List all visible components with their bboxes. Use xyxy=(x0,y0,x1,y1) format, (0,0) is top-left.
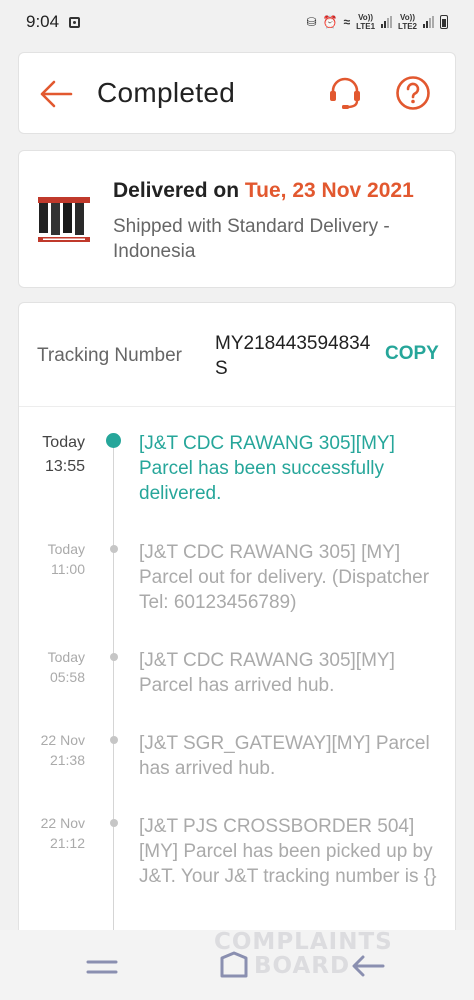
support-button[interactable] xyxy=(327,75,363,111)
event-time: Today 05:58 xyxy=(19,647,85,687)
header-card: Completed xyxy=(18,52,456,134)
timeline-dot xyxy=(110,819,118,827)
copy-button[interactable]: COPY xyxy=(385,343,439,365)
delivered-prefix: Delivered on xyxy=(113,179,245,202)
back-nav-button[interactable] xyxy=(350,952,386,980)
help-button[interactable] xyxy=(395,75,431,111)
event-text: [J&T SGR_GATEWAY][MY] Parcel has arrived… xyxy=(139,733,430,779)
event-day: 22 Nov xyxy=(40,815,85,831)
event-time: Today 13:55 xyxy=(19,431,85,479)
event-time: Today 11:00 xyxy=(19,539,85,579)
lock-icon: ⛁ xyxy=(306,15,317,29)
event-time: 22 Nov 21:38 xyxy=(19,730,85,770)
timeline-line xyxy=(113,443,114,941)
lte1-label: LTE1 xyxy=(356,22,376,31)
signal-1-icon xyxy=(381,16,393,28)
shipping-method: Shipped with Standard Delivery - Indones… xyxy=(113,216,390,262)
volte-label: Vo)) xyxy=(358,13,374,22)
signal-2-icon xyxy=(423,16,434,28)
volte-label-2: Vo)) xyxy=(400,13,415,22)
headset-icon xyxy=(330,77,360,109)
timeline-dot xyxy=(110,653,118,661)
battery-icon xyxy=(440,15,448,29)
lte2-indicator: Vo)) LTE2 xyxy=(398,13,417,31)
event-day: Today xyxy=(47,541,85,557)
tracking-number-label: Tracking Number xyxy=(37,345,183,366)
timeline-dot-active xyxy=(106,433,121,448)
back-button[interactable] xyxy=(39,79,73,109)
status-time: 9:04 xyxy=(26,12,60,31)
timeline-dot xyxy=(110,736,118,744)
event-text: [J&T CDC RAWANG 305][MY] Parcel has arri… xyxy=(139,650,395,696)
event-clock: 11:00 xyxy=(51,561,85,577)
tracking-card: Tracking Number MY218443594834S COPY Tod… xyxy=(18,302,456,942)
delivery-summary-card: Delivered on Tue, 23 Nov 2021 Shipped wi… xyxy=(18,150,456,288)
notification-icon xyxy=(69,16,81,28)
event-day: Today xyxy=(47,649,85,665)
event-text: [J&T PJS CROSSBORDER 504] [MY] Parcel ha… xyxy=(139,816,437,887)
system-nav-bar xyxy=(0,930,474,1000)
question-circle-icon xyxy=(396,76,430,110)
event-clock: 05:58 xyxy=(49,669,85,685)
event-clock: 13:55 xyxy=(44,458,85,475)
page-title: Completed xyxy=(97,77,236,108)
timeline-dot xyxy=(110,545,118,553)
event-day: 22 Nov xyxy=(40,732,85,748)
alarm-icon: ⏰ xyxy=(322,15,338,29)
event-clock: 21:38 xyxy=(49,752,85,768)
recents-icon xyxy=(86,960,118,974)
lte1-indicator: Vo)) LTE1 xyxy=(356,13,375,31)
back-icon xyxy=(352,955,385,977)
divider xyxy=(19,406,455,407)
home-button[interactable] xyxy=(216,950,252,982)
arrow-left-icon xyxy=(40,80,73,108)
event-text: [J&T CDC RAWANG 305] [MY] Parcel out for… xyxy=(139,542,430,613)
recents-button[interactable] xyxy=(86,956,118,978)
delivered-status: Delivered on Tue, 23 Nov 2021 xyxy=(113,179,414,203)
product-image xyxy=(37,193,91,247)
event-text: [J&T CDC RAWANG 305][MY] Parcel has been… xyxy=(139,433,395,504)
event-clock: 21:12 xyxy=(49,835,85,851)
home-icon xyxy=(220,951,248,978)
status-bar-right: ⛁ ⏰ ≈ Vo)) LTE1 Vo)) LTE2 xyxy=(306,13,448,31)
event-day: Today xyxy=(42,434,85,451)
delivered-date: Tue, 23 Nov 2021 xyxy=(244,179,414,202)
event-time: 22 Nov 21:12 xyxy=(19,813,85,853)
lte2-label: LTE2 xyxy=(398,22,417,31)
tracking-number-value: MY218443594834S xyxy=(215,333,371,379)
wifi-icon: ≈ xyxy=(343,15,351,29)
status-bar-left: 9:04 xyxy=(26,12,81,32)
status-bar: 9:04 ⛁ ⏰ ≈ Vo)) LTE1 Vo)) LTE2 xyxy=(0,0,474,44)
